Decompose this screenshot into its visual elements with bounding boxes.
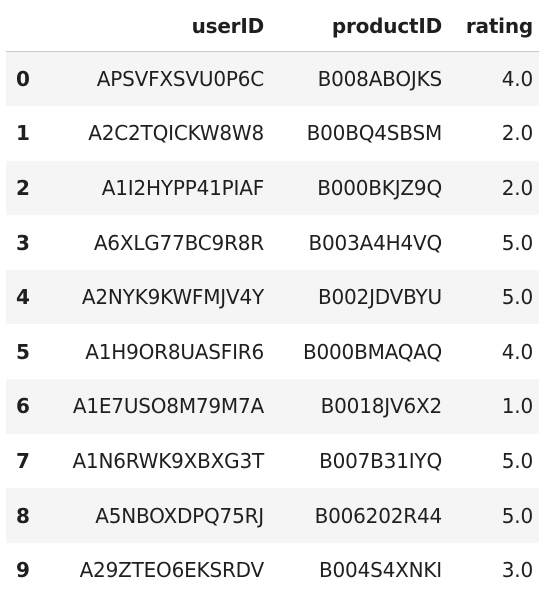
cell-rating: 4.0 [501,339,533,364]
cell-userid: A1H9OR8UASFIR6 [85,339,264,364]
row-index: 9 [16,558,30,583]
cell-userid: A2C2TQICKW8W8 [88,121,264,146]
cell-userid: APSVFXSVU0P6C [96,67,264,92]
cell-rating: 1.0 [501,394,533,419]
cell-userid: A2NYK9KWFMJV4Y [81,285,264,310]
cell-userid: A5NBOXDPQ75RJ [95,503,264,528]
cell-userid: A1N6RWK9XBXG3T [72,448,264,473]
row-index: 5 [16,339,30,364]
row-index: 2 [16,175,30,200]
column-header-userid: userID [48,0,270,52]
cell-productid: B00BQ4SBSM [306,121,443,146]
cell-rating: 2.0 [501,175,533,200]
dataframe-table: userID productID rating 0 APSVFXSVU0P6C … [6,0,539,598]
cell-userid: A1E7USO8M79M7A [72,394,264,419]
row-index: 0 [16,67,30,92]
cell-productid: B0018JV6X2 [320,394,443,419]
table-row: 9 A29ZTEO6EKSRDV B004S4XNKI 3.0 [6,542,539,598]
row-index: 4 [16,285,30,310]
table-row: 5 A1H9OR8UASFIR6 B000BMAQAQ 4.0 [6,324,539,380]
table-row: 6 A1E7USO8M79M7A B0018JV6X2 1.0 [6,379,539,434]
cell-userid: A6XLG77BC9R8R [93,230,264,255]
cell-productid: B004S4XNKI [319,558,442,583]
cell-rating: 3.0 [501,558,533,583]
cell-productid: B006202R44 [314,503,443,528]
cell-productid: B003A4H4VQ [308,230,443,255]
cell-productid: B007B31IYQ [319,448,442,473]
cell-productid: B000BMAQAQ [302,339,442,364]
cell-productid: B002JDVBYU [317,285,442,310]
cell-rating: 2.0 [501,121,533,146]
cell-userid: A29ZTEO6EKSRDV [79,558,265,583]
column-header-productid: productID [270,0,448,52]
row-index: 7 [16,448,30,473]
row-index: 3 [16,230,30,255]
cell-rating: 4.0 [501,67,533,92]
table-header: userID productID rating [6,0,539,52]
cell-productid: B008ABOJKS [317,67,443,92]
table-row: 0 APSVFXSVU0P6C B008ABOJKS 4.0 [6,51,539,107]
cell-rating: 5.0 [501,448,533,473]
header-row: userID productID rating [6,0,539,52]
column-header-rating: rating [448,0,539,52]
table-row: 4 A2NYK9KWFMJV4Y B002JDVBYU 5.0 [6,269,539,325]
table-row: 2 A1I2HYPP41PIAF B000BKJZ9Q 2.0 [6,160,539,216]
table-body: 0 APSVFXSVU0P6C B008ABOJKS 4.0 1 A2C2TQI… [6,51,539,598]
cell-rating: 5.0 [501,503,533,528]
table-row: 3 A6XLG77BC9R8R B003A4H4VQ 5.0 [6,215,539,270]
table-row: 8 A5NBOXDPQ75RJ B006202R44 5.0 [6,488,539,543]
dataframe-output: userID productID rating 0 APSVFXSVU0P6C … [0,0,548,603]
cell-productid: B000BKJZ9Q [317,175,442,200]
table-row: 1 A2C2TQICKW8W8 B00BQ4SBSM 2.0 [6,106,539,161]
cell-rating: 5.0 [501,230,533,255]
index-header [6,0,48,52]
cell-rating: 5.0 [501,285,533,310]
cell-userid: A1I2HYPP41PIAF [101,175,264,200]
row-index: 1 [16,121,30,146]
row-index: 6 [16,394,30,419]
table-row: 7 A1N6RWK9XBXG3T B007B31IYQ 5.0 [6,433,539,489]
row-index: 8 [16,503,30,528]
